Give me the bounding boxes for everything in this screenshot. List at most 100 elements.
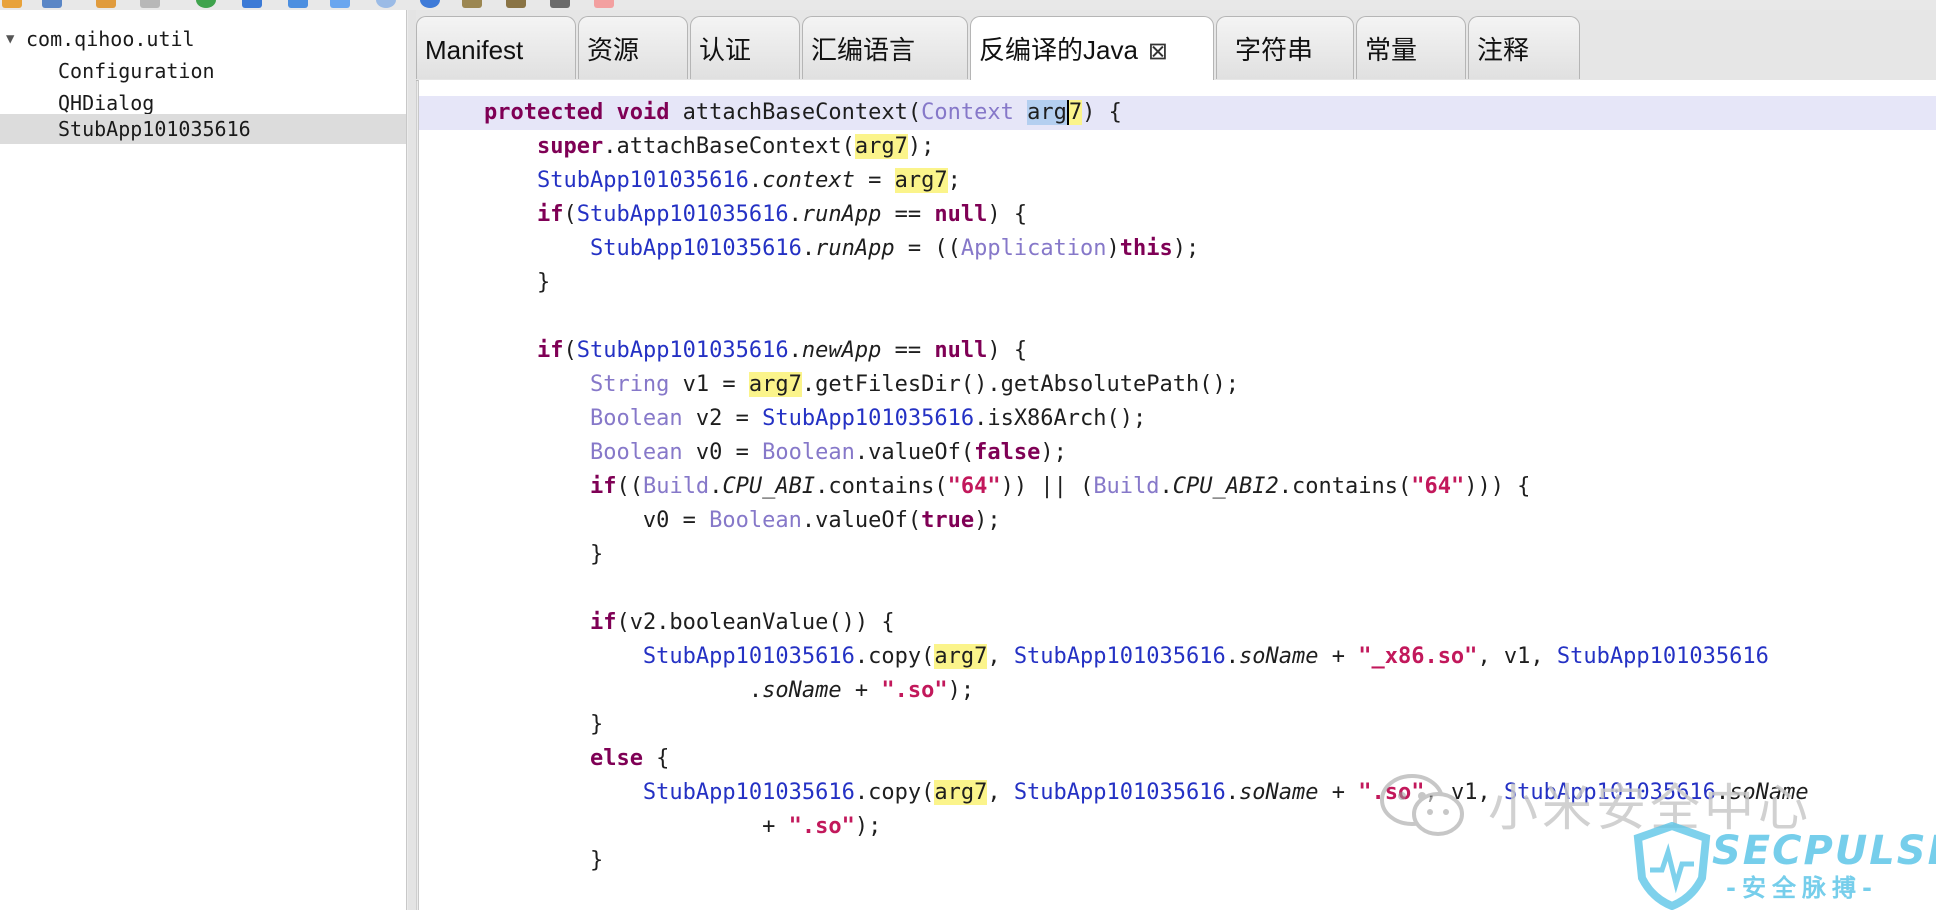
code-line[interactable]: StubApp101035616.runApp = ((Application)…	[419, 232, 1936, 266]
tree-item-class-selected[interactable]: StubApp101035616	[0, 114, 406, 144]
code-line[interactable]: StubApp101035616.context = arg7;	[419, 164, 1936, 198]
code-token: )) || (	[1000, 474, 1094, 499]
code-token: runApp	[815, 236, 895, 261]
code-line-current[interactable]: protected void attachBaseContext(Context…	[419, 96, 1936, 130]
code-line[interactable]: v0 = Boolean.valueOf(true);	[419, 504, 1936, 538]
info-icon[interactable]	[376, 0, 396, 8]
clipboard-icon[interactable]	[140, 0, 160, 8]
code-line[interactable]: if(StubApp101035616.runApp == null) {	[419, 198, 1936, 232]
code-token: Build	[642, 474, 710, 499]
refresh-icon[interactable]	[196, 0, 216, 8]
code-token: .isX86Arch();	[974, 406, 1147, 431]
tree-item-label: StubApp101035616	[58, 117, 251, 141]
info-icon[interactable]	[420, 0, 440, 8]
tab-comments[interactable]: 注释	[1468, 16, 1580, 79]
code-line[interactable]: .soName + ".so");	[419, 674, 1936, 708]
code-token: }	[431, 270, 551, 295]
code-token: .	[801, 236, 816, 261]
code-token: "64"	[1411, 474, 1465, 499]
code-token: protected	[483, 100, 604, 125]
tab-constants[interactable]: 常量	[1356, 16, 1466, 79]
tab-certificate[interactable]: 认证	[690, 16, 800, 79]
code-token: Boolean	[709, 508, 802, 533]
code-line[interactable]: if(StubApp101035616.newApp == null) {	[419, 334, 1936, 368]
tool-icon[interactable]	[462, 0, 482, 8]
code-line[interactable]: String v1 = arg7.getFilesDir().getAbsolu…	[419, 368, 1936, 402]
down-arrow-icon[interactable]	[242, 0, 262, 8]
tree-item-class[interactable]: Configuration	[0, 56, 406, 86]
code-token: this	[1119, 236, 1173, 261]
code-token: }	[431, 712, 604, 737]
code-token: Context	[921, 100, 1014, 125]
tab-resources[interactable]: 资源	[578, 16, 688, 79]
code-token: .contains(	[815, 474, 948, 499]
code-token: arg	[1027, 100, 1067, 125]
tab-label: 认证	[699, 35, 752, 65]
code-token: if	[536, 338, 564, 363]
close-icon[interactable]: ⊠	[1148, 38, 1168, 65]
code-token: String	[589, 372, 670, 397]
code-token: context	[762, 168, 855, 193]
code-token: if	[589, 474, 617, 499]
code-token: ".so"	[788, 814, 855, 839]
code-line[interactable]: super.attachBaseContext(arg7);	[419, 130, 1936, 164]
code-token: "64"	[947, 474, 1001, 499]
code-token: StubApp101035616	[1013, 780, 1226, 805]
tab-label: 资源	[587, 35, 640, 65]
code-token: Application	[960, 236, 1107, 261]
code-line[interactable]	[419, 80, 1936, 96]
tool-icon[interactable]	[506, 0, 526, 8]
code-token: , v1,	[1477, 644, 1557, 669]
tree-item-package[interactable]: ▼ com.qihoo.util	[0, 24, 406, 54]
code-line[interactable]: StubApp101035616.copy(arg7, StubApp10103…	[419, 640, 1936, 674]
pencil-icon[interactable]	[96, 0, 116, 8]
tab-assembly[interactable]: 汇编语言	[802, 16, 968, 79]
code-line[interactable]: if((Build.CPU_ABI.contains("64")) || (Bu…	[419, 470, 1936, 504]
code-token: .	[1225, 780, 1239, 805]
save-icon[interactable]	[42, 0, 62, 8]
code-line[interactable]: if(v2.booleanValue()) {	[419, 606, 1936, 640]
code-token: }	[431, 848, 604, 873]
code-token: super	[536, 134, 604, 159]
code-token: (v2.booleanValue()) {	[616, 610, 895, 635]
tab-decompiled-java[interactable]: 反编译的Java ⊠	[970, 16, 1214, 80]
tab-label: 常量	[1365, 35, 1418, 65]
folder-icon[interactable]	[2, 0, 22, 8]
code-line[interactable]: }	[419, 538, 1936, 572]
code-line[interactable]	[419, 300, 1936, 334]
tab-label: 反编译的Java	[979, 35, 1138, 65]
code-line[interactable]: }	[419, 708, 1936, 742]
code-line[interactable]: }	[419, 266, 1936, 300]
code-token: ;	[947, 168, 961, 193]
tab-manifest[interactable]: Manifest	[416, 16, 576, 79]
panel-splitter[interactable]	[408, 10, 417, 910]
code-token: .copy(	[854, 644, 935, 669]
code-line[interactable]	[419, 572, 1936, 606]
code-token: StubApp101035616	[536, 168, 749, 193]
code-token: v0 =	[682, 440, 763, 465]
forward-icon[interactable]	[330, 0, 350, 8]
image-icon[interactable]	[594, 0, 614, 8]
code-line[interactable]: Boolean v2 = StubApp101035616.isX86Arch(…	[419, 402, 1936, 436]
back-icon[interactable]	[288, 0, 308, 8]
tab-strings[interactable]: 字符串	[1216, 16, 1354, 79]
tree-item-label: com.qihoo.util	[26, 27, 195, 51]
code-line[interactable]: Boolean v0 = Boolean.valueOf(false);	[419, 436, 1936, 470]
code-token: .	[788, 338, 802, 363]
settings-icon[interactable]	[550, 0, 570, 8]
tab-label: 汇编语言	[811, 35, 916, 65]
toolbar	[0, 0, 1936, 10]
tab-label: Manifest	[425, 35, 524, 65]
code-token: StubApp101035616	[642, 780, 855, 805]
expand-triangle-icon[interactable]: ▼	[6, 24, 14, 54]
code-token: );	[854, 814, 882, 839]
